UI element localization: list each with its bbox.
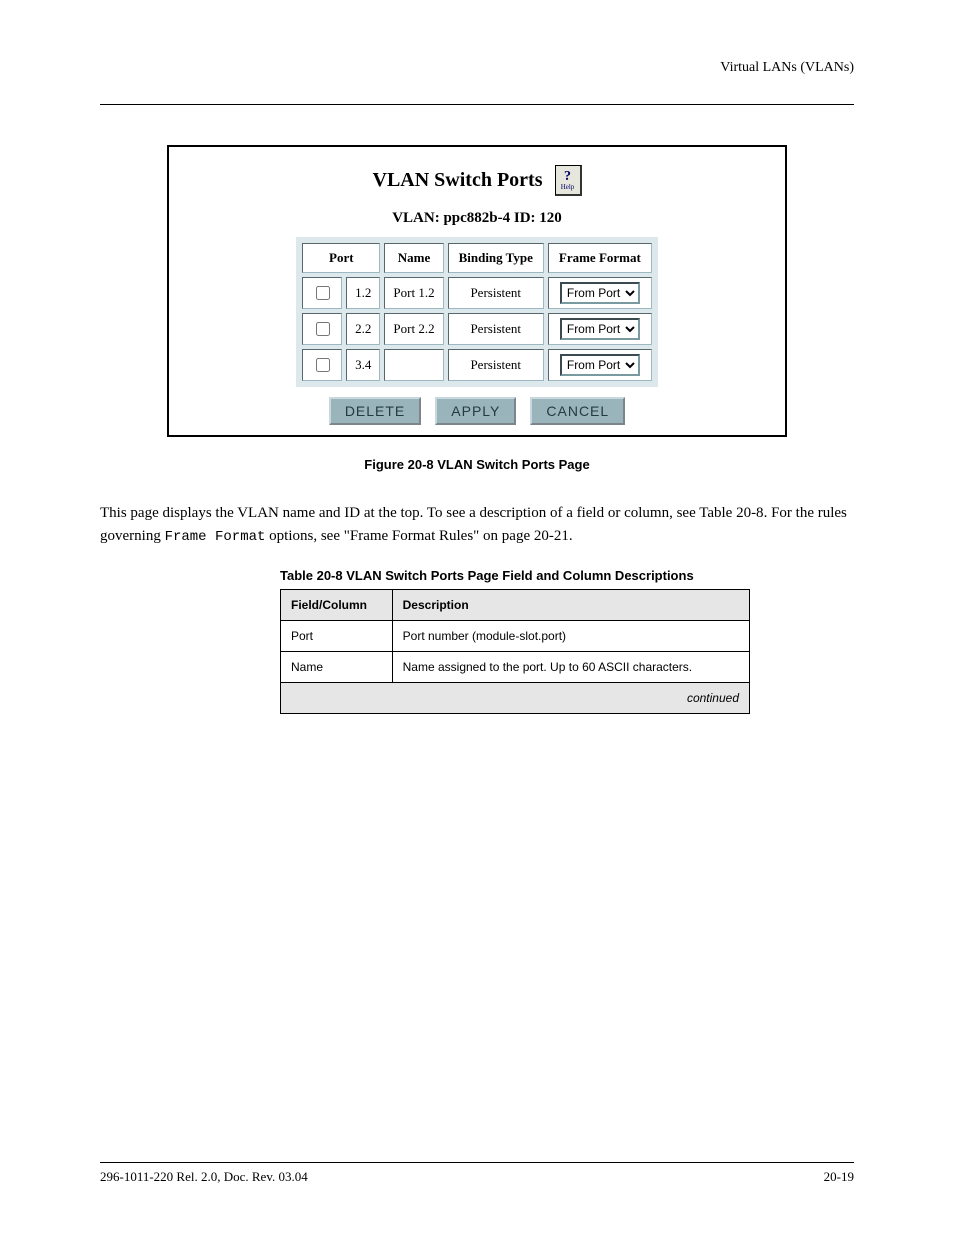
help-icon[interactable]: ? Help: [555, 165, 582, 196]
row-checkbox[interactable]: [316, 286, 330, 300]
cell-name: [384, 349, 443, 381]
footer-doc-id: 296-1011-220 Rel. 2.0, Doc. Rev. 03.04: [100, 1169, 308, 1185]
cell-name: Port 1.2: [384, 277, 443, 309]
vlan-ports-table: Port Name Binding Type Frame Format 1.2 …: [296, 237, 658, 387]
code-text: Frame Format: [165, 529, 266, 545]
desc-col-desc: Description: [392, 589, 749, 620]
col-header-name: Name: [384, 243, 443, 273]
table-row: 3.4 Persistent From Port: [302, 349, 652, 381]
figure-subtitle: VLAN: ppc882b-4 ID: 120: [179, 210, 775, 227]
cancel-button[interactable]: CANCEL: [530, 397, 625, 425]
frame-format-select[interactable]: From Port: [560, 318, 640, 340]
cell-binding: Persistent: [448, 277, 544, 309]
cell-binding: Persistent: [448, 349, 544, 381]
body-paragraph: This page displays the VLAN name and ID …: [100, 502, 854, 548]
table-row: Name Name assigned to the port. Up to 60…: [281, 651, 750, 682]
table-reference-link[interactable]: Table 20-8: [699, 505, 763, 521]
cell-port: 3.4: [346, 349, 380, 381]
table-row: 2.2 Port 2.2 Persistent From Port: [302, 313, 652, 345]
table-continued-row: continued: [281, 682, 750, 713]
col-header-port: Port: [302, 243, 380, 273]
col-header-frame: Frame Format: [548, 243, 652, 273]
col-header-binding: Binding Type: [448, 243, 544, 273]
figure-vlan-switch-ports: VLAN Switch Ports ? Help VLAN: ppc882b-4…: [167, 145, 787, 437]
cell-port: 1.2: [346, 277, 380, 309]
frame-format-select[interactable]: From Port: [560, 282, 640, 304]
page-footer: 296-1011-220 Rel. 2.0, Doc. Rev. 03.04 2…: [100, 1162, 854, 1185]
description-table: Field/Column Description Port Port numbe…: [280, 589, 750, 714]
header-section-title: Virtual LANs (VLANs): [100, 60, 854, 76]
delete-button[interactable]: DELETE: [329, 397, 421, 425]
row-checkbox[interactable]: [316, 358, 330, 372]
frame-format-select[interactable]: From Port: [560, 354, 640, 376]
row-checkbox[interactable]: [316, 322, 330, 336]
header-rule: [100, 104, 854, 105]
figure-title: VLAN Switch Ports: [373, 169, 543, 192]
table-row: Port Port number (module-slot.port): [281, 620, 750, 651]
desc-col-field: Field/Column: [281, 589, 393, 620]
footer-page-number: 20-19: [824, 1169, 854, 1185]
figure-caption: Figure 20-8 VLAN Switch Ports Page: [100, 457, 854, 472]
cell-name: Port 2.2: [384, 313, 443, 345]
cell-port: 2.2: [346, 313, 380, 345]
cell-binding: Persistent: [448, 313, 544, 345]
table-row: 1.2 Port 1.2 Persistent From Port: [302, 277, 652, 309]
table-caption: Table 20-8 VLAN Switch Ports Page Field …: [280, 568, 854, 583]
apply-button[interactable]: APPLY: [435, 397, 516, 425]
